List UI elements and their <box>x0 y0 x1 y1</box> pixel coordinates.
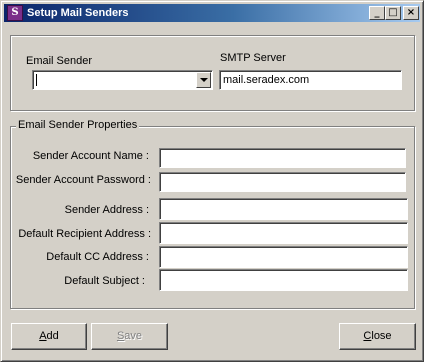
maximize-button[interactable]: □ <box>385 6 401 20</box>
app-icon[interactable]: S <box>7 5 23 21</box>
add-button[interactable]: Add <box>11 323 87 350</box>
sender-account-password-input[interactable] <box>159 172 406 192</box>
title-bar[interactable]: S Setup Mail Senders _ □ × <box>4 4 420 22</box>
sender-account-name-input[interactable] <box>159 148 406 168</box>
add-button-label: dd <box>46 330 59 342</box>
smtp-server-label: SMTP Server <box>220 52 286 64</box>
close-button-label: lose <box>371 330 392 342</box>
email-sender-dropdown-button[interactable] <box>196 72 211 88</box>
close-button[interactable]: Close <box>339 323 416 350</box>
default-cc-address-label: Default CC Address : <box>46 251 149 263</box>
email-sender-label: Email Sender <box>26 55 93 67</box>
save-button[interactable]: Save <box>91 323 168 350</box>
sender-address-input[interactable] <box>159 198 408 220</box>
email-sender-combobox[interactable] <box>32 70 213 90</box>
smtp-server-input[interactable]: mail.seradex.com <box>219 70 402 90</box>
setup-mail-senders-window: S Setup Mail Senders _ □ × Email Sender … <box>0 0 424 362</box>
default-cc-address-input[interactable] <box>159 246 408 268</box>
sender-address-label: Sender Address : <box>64 204 149 216</box>
properties-group-title: Email Sender Properties <box>16 119 140 132</box>
default-recipient-address-label: Default Recipient Address : <box>18 228 151 240</box>
default-recipient-address-input[interactable] <box>159 222 408 244</box>
default-subject-input[interactable] <box>159 269 408 291</box>
chevron-down-icon <box>200 78 208 82</box>
save-button-label: ave <box>124 330 143 342</box>
minimize-button[interactable]: _ <box>369 6 385 20</box>
close-window-button[interactable]: × <box>403 6 419 20</box>
text-caret <box>36 74 37 86</box>
default-subject-label: Default Subject : <box>64 275 145 287</box>
window-title: Setup Mail Senders <box>27 7 129 19</box>
sender-account-name-label: Sender Account Name : <box>32 150 149 162</box>
sender-account-password-label: Sender Account Password : <box>15 174 151 186</box>
add-button-mnemonic: A <box>39 330 47 342</box>
